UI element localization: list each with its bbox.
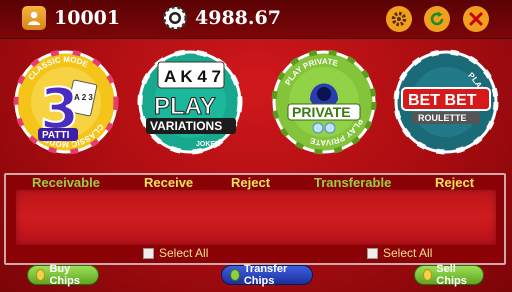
variations-line1: PLAY bbox=[154, 93, 216, 120]
select-all-left-checkbox[interactable] bbox=[143, 247, 154, 259]
header-reject-right: Reject bbox=[435, 175, 475, 190]
close-button[interactable] bbox=[463, 6, 489, 32]
header-receive: Receive bbox=[144, 175, 194, 190]
game-play-variations[interactable]: A K 4 7 PLAY VARIATIONS JOKER bbox=[136, 48, 244, 156]
close-icon bbox=[469, 12, 483, 26]
header-reject-left: Reject bbox=[231, 175, 271, 190]
select-all-left-label: Select All bbox=[159, 246, 209, 260]
settings-button[interactable] bbox=[386, 6, 412, 32]
header-transferable: Transferable bbox=[314, 175, 392, 190]
user-icon bbox=[22, 6, 46, 30]
poker-chip-icon bbox=[163, 6, 187, 30]
game-private[interactable]: PLAY PRIVATE PLAY PRIVATE PRIVATE bbox=[270, 48, 378, 156]
buy-chips-label: Buy Chips bbox=[49, 263, 81, 287]
gear-icon bbox=[391, 11, 407, 27]
variations-sub: JOKER bbox=[196, 141, 220, 148]
game-bet-bet-roulette[interactable]: PLAY BET BET ROULETTE bbox=[392, 48, 500, 156]
header-receivable: Receivable bbox=[32, 175, 100, 190]
refresh-icon bbox=[430, 11, 444, 26]
balance-stat: 4988.67 bbox=[163, 6, 281, 30]
coin-icon bbox=[36, 269, 46, 281]
transfer-chips-label: Transfer Chips bbox=[243, 263, 288, 287]
select-all-left: Select All bbox=[143, 246, 208, 260]
buy-chips-button[interactable]: Buy Chips bbox=[27, 263, 99, 287]
select-all-right-label: Select All bbox=[383, 246, 433, 260]
roulette-line1: BET BET bbox=[408, 92, 477, 109]
chips-stat: 10001 bbox=[22, 6, 120, 30]
game-list: CLASSIC MODE CLASSIC MODE A 2 3 3 PATTI … bbox=[0, 40, 512, 170]
3patti-label: PATTI bbox=[42, 130, 70, 141]
chips-count: 10001 bbox=[54, 7, 121, 29]
sell-chips-button[interactable]: Sell Chips bbox=[414, 263, 484, 287]
requests-list bbox=[16, 190, 496, 245]
select-all-right: Select All bbox=[367, 246, 432, 260]
balance-value: 4988.67 bbox=[195, 7, 281, 29]
select-all-right-checkbox[interactable] bbox=[367, 247, 378, 259]
top-bar: 10001 4988.67 bbox=[0, 0, 512, 39]
refresh-button[interactable] bbox=[424, 6, 450, 32]
roulette-line2: ROULETTE bbox=[418, 113, 467, 123]
coin-icon bbox=[230, 269, 240, 281]
variations-line2: VARIATIONS bbox=[150, 119, 222, 133]
coin-icon bbox=[423, 269, 433, 281]
variations-cards: A K 4 7 bbox=[164, 67, 221, 86]
private-label: PRIVATE bbox=[292, 104, 351, 120]
sell-chips-label: Sell Chips bbox=[436, 263, 467, 287]
transfer-chips-button[interactable]: Transfer Chips bbox=[221, 263, 313, 287]
game-3-patti[interactable]: CLASSIC MODE CLASSIC MODE A 2 3 3 PATTI bbox=[12, 48, 120, 156]
